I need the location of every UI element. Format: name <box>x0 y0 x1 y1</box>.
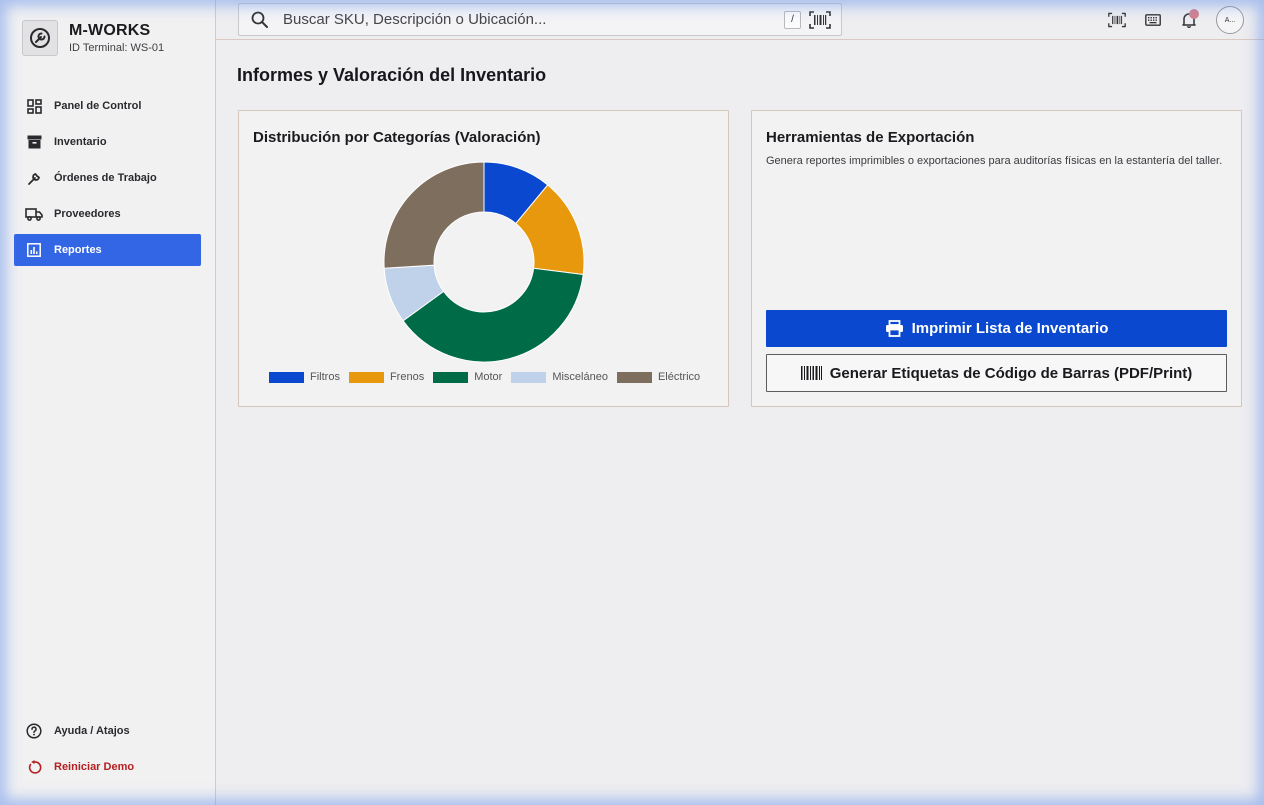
chart-legend: Filtros Frenos Motor Misceláneo Eléctrico <box>269 371 709 383</box>
wrench-logo-icon <box>30 28 50 48</box>
legend-item-motor[interactable]: Motor <box>433 371 502 383</box>
sidebar-item-ayuda[interactable]: Ayuda / Atajos <box>14 715 201 747</box>
legend-item-misceláneo[interactable]: Misceláneo <box>511 371 608 383</box>
wrench-icon <box>25 169 43 187</box>
keyboard-icon <box>1145 14 1161 26</box>
generate-barcode-labels-button[interactable]: Generar Etiquetas de Código de Barras (P… <box>766 354 1227 392</box>
legend-swatch <box>269 371 304 383</box>
terminal-id: ID Terminal: WS-01 <box>69 42 165 54</box>
sidebar-bottom: Ayuda / Atajos Reiniciar Demo <box>14 715 201 787</box>
legend-label: Filtros <box>310 371 340 383</box>
keyboard-button[interactable] <box>1142 7 1164 33</box>
legend-swatch <box>348 371 384 383</box>
barcode-scan-icon <box>1108 12 1126 28</box>
legend-swatch <box>433 371 469 383</box>
sidebar-item-ordenes-de-trabajo[interactable]: Órdenes de Trabajo <box>14 162 201 194</box>
legend-item-filtros[interactable]: Filtros <box>269 371 340 383</box>
chart-title: Distribución por Categorías (Valoración) <box>253 129 541 146</box>
legend-swatch <box>616 371 652 383</box>
sidebar-item-label: Proveedores <box>54 208 121 220</box>
generate-barcode-labels-label: Generar Etiquetas de Código de Barras (P… <box>829 364 1193 382</box>
sidebar-item-label: Ayuda / Atajos <box>54 725 130 737</box>
brand: M-WORKS ID Terminal: WS-01 <box>22 20 164 56</box>
barcode-scan-icon <box>809 10 831 29</box>
legend-item-eléctrico[interactable]: Eléctrico <box>616 371 701 383</box>
topbar: / A... <box>216 0 1264 40</box>
topbar-actions: A... <box>1092 6 1244 34</box>
search-shortcut-key: / <box>784 10 801 29</box>
page-title: Informes y Valoración del Inventario <box>237 65 547 85</box>
printer-icon <box>885 320 904 337</box>
export-description: Genera reportes imprimibles o exportacio… <box>766 155 1223 167</box>
help-icon <box>25 722 43 740</box>
truck-icon <box>25 205 43 223</box>
sidebar: M-WORKS ID Terminal: WS-01 Panel de Cont… <box>0 0 216 805</box>
brand-logo <box>22 20 58 56</box>
report-icon <box>25 241 43 259</box>
print-inventory-button[interactable]: Imprimir Lista de Inventario <box>766 310 1227 347</box>
sidebar-item-label: Inventario <box>54 136 107 148</box>
category-distribution-card: Distribución por Categorías (Valoración)… <box>238 110 729 407</box>
search-input[interactable] <box>283 11 784 28</box>
main-nav: Panel de Control Inventario Órdenes de T… <box>14 90 201 270</box>
sidebar-item-inventario[interactable]: Inventario <box>14 126 201 158</box>
barcode-scan-button[interactable] <box>809 10 831 30</box>
sidebar-item-label: Panel de Control <box>54 100 142 112</box>
search-bar: / <box>238 3 842 36</box>
sidebar-item-label: Órdenes de Trabajo <box>54 172 157 184</box>
export-title: Herramientas de Exportación <box>766 129 975 146</box>
legend-swatch <box>511 371 547 383</box>
search-icon <box>251 11 268 28</box>
reset-icon <box>25 758 43 776</box>
scanner-button[interactable] <box>1106 7 1128 33</box>
legend-label: Eléctrico <box>657 371 701 383</box>
donut-chart <box>383 161 585 363</box>
legend-item-frenos[interactable]: Frenos <box>348 371 425 383</box>
notifications-button[interactable] <box>1178 7 1200 33</box>
sidebar-item-label: Reiniciar Demo <box>54 761 135 773</box>
barcode-icon <box>800 366 822 380</box>
sidebar-item-reportes[interactable]: Reportes <box>14 234 201 266</box>
avatar[interactable]: A... <box>1216 6 1244 34</box>
legend-label: Frenos <box>389 371 425 383</box>
print-inventory-label: Imprimir Lista de Inventario <box>911 320 1109 337</box>
notification-badge <box>1189 9 1199 19</box>
legend-label: Motor <box>474 371 503 383</box>
brand-title: M-WORKS <box>69 22 151 39</box>
dashboard-icon <box>25 97 43 115</box>
donut-slice-eléctrico[interactable] <box>383 161 485 269</box>
sidebar-item-reiniciar-demo[interactable]: Reiniciar Demo <box>14 751 201 783</box>
export-tools-card: Herramientas de Exportación Genera repor… <box>751 110 1242 407</box>
sidebar-item-panel-de-control[interactable]: Panel de Control <box>14 90 201 122</box>
archive-icon <box>25 133 43 151</box>
sidebar-item-proveedores[interactable]: Proveedores <box>14 198 201 230</box>
legend-label: Misceláneo <box>552 371 608 383</box>
sidebar-item-label: Reportes <box>54 244 102 256</box>
